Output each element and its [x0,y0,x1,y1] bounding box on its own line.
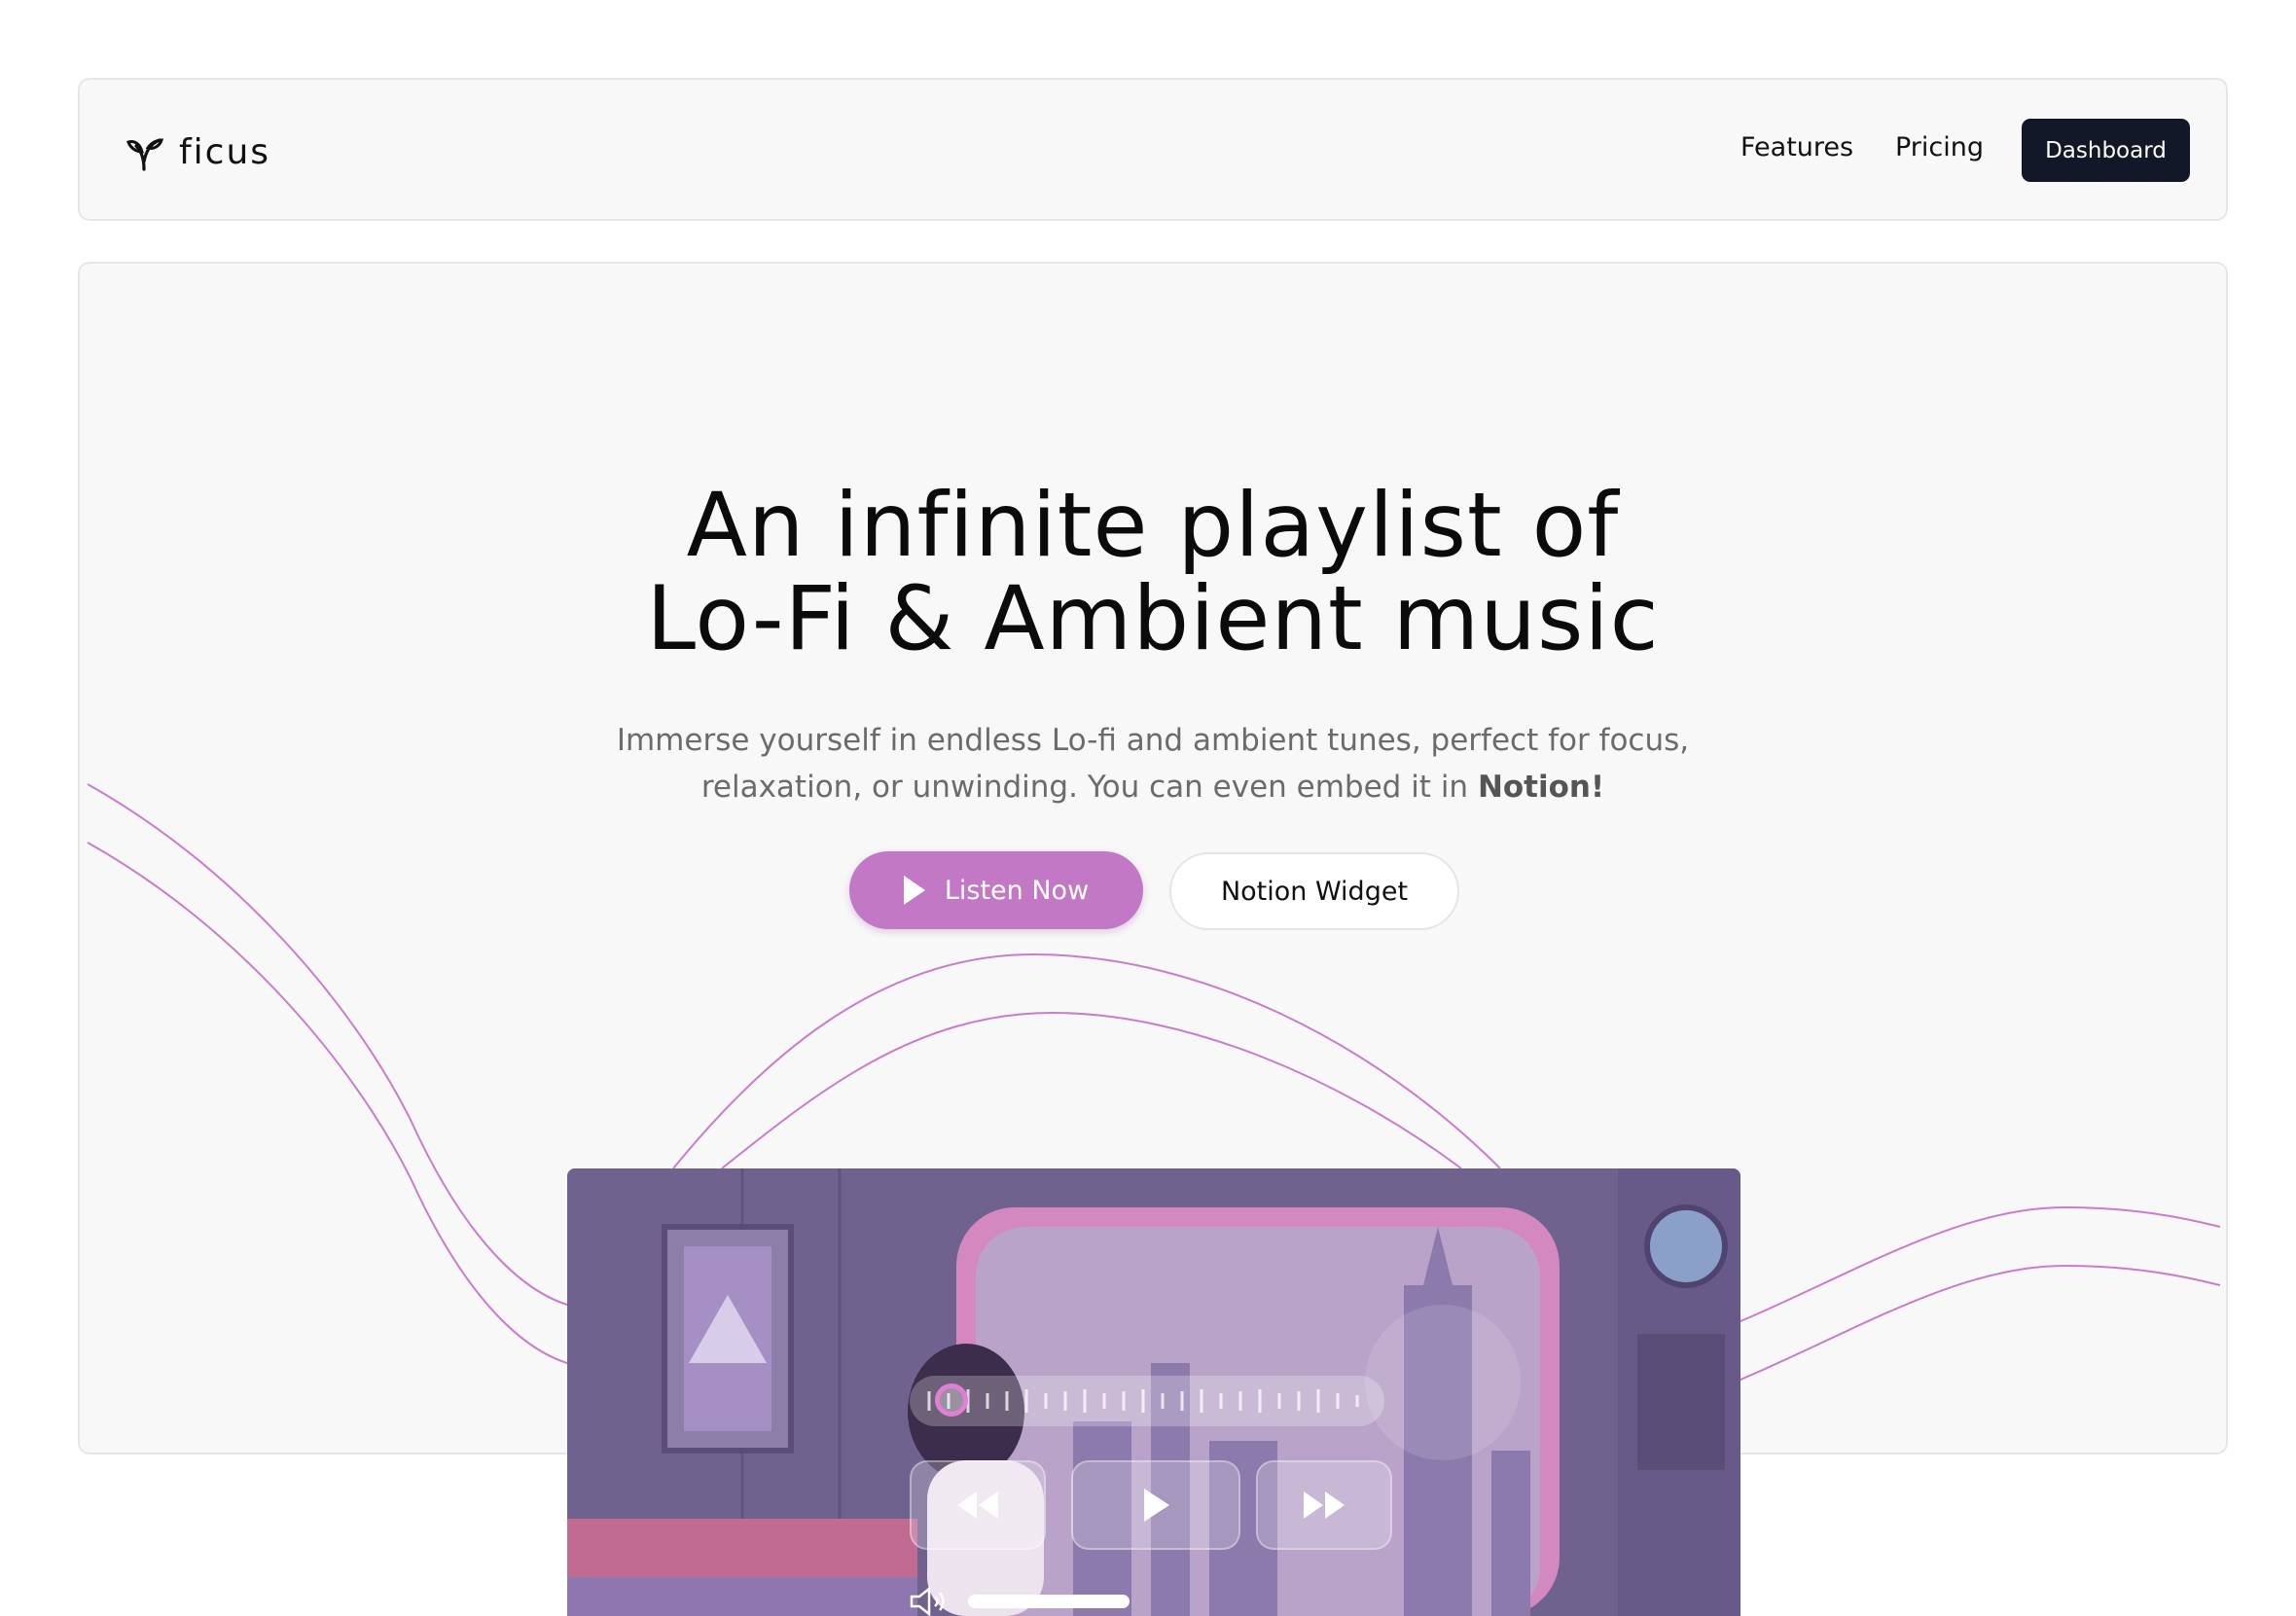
speaker-icon[interactable] [910,1587,949,1616]
scrubber-handle[interactable] [935,1383,968,1417]
top-navbar: ficus Features Pricing Dashboard [78,78,2228,221]
volume-slider[interactable] [968,1595,1130,1608]
progress-scrubber[interactable] [910,1376,1384,1426]
play-button[interactable] [1071,1460,1240,1550]
brand-logo[interactable]: ficus [125,128,270,175]
hero-subtitle-line1: Immerse yourself in endless Lo-fi and am… [616,723,1690,758]
play-icon [903,876,925,905]
hero-title-line2: Lo-Fi & Ambient music [646,568,1660,670]
rewind-icon [957,1491,998,1519]
play-icon [1144,1489,1169,1522]
rewind-button[interactable] [910,1460,1046,1550]
brand-name: ficus [179,131,271,172]
notion-mention: Notion! [1477,770,1605,805]
notion-widget-button[interactable]: Notion Widget [1169,852,1459,930]
hero-title: An infinite playlist of Lo-Fi & Ambient … [80,480,2226,666]
player-preview [567,1168,1740,1616]
nav-link-pricing[interactable]: Pricing [1895,132,1984,162]
nav-link-features[interactable]: Features [1740,132,1853,162]
fast-forward-button[interactable] [1256,1460,1392,1550]
dashboard-button[interactable]: Dashboard [2022,119,2190,182]
listen-now-label: Listen Now [944,875,1090,906]
listen-now-button[interactable]: Listen Now [849,851,1143,929]
sprout-icon [126,138,163,171]
hero-title-line1: An infinite playlist of [686,475,1620,577]
hero-subtitle: Immerse yourself in endless Lo-fi and am… [80,717,2226,810]
hero-subtitle-line2: relaxation, or unwinding. You can even e… [700,770,1478,805]
waveform-ticks [927,1389,1359,1413]
fast-forward-icon [1304,1491,1345,1519]
